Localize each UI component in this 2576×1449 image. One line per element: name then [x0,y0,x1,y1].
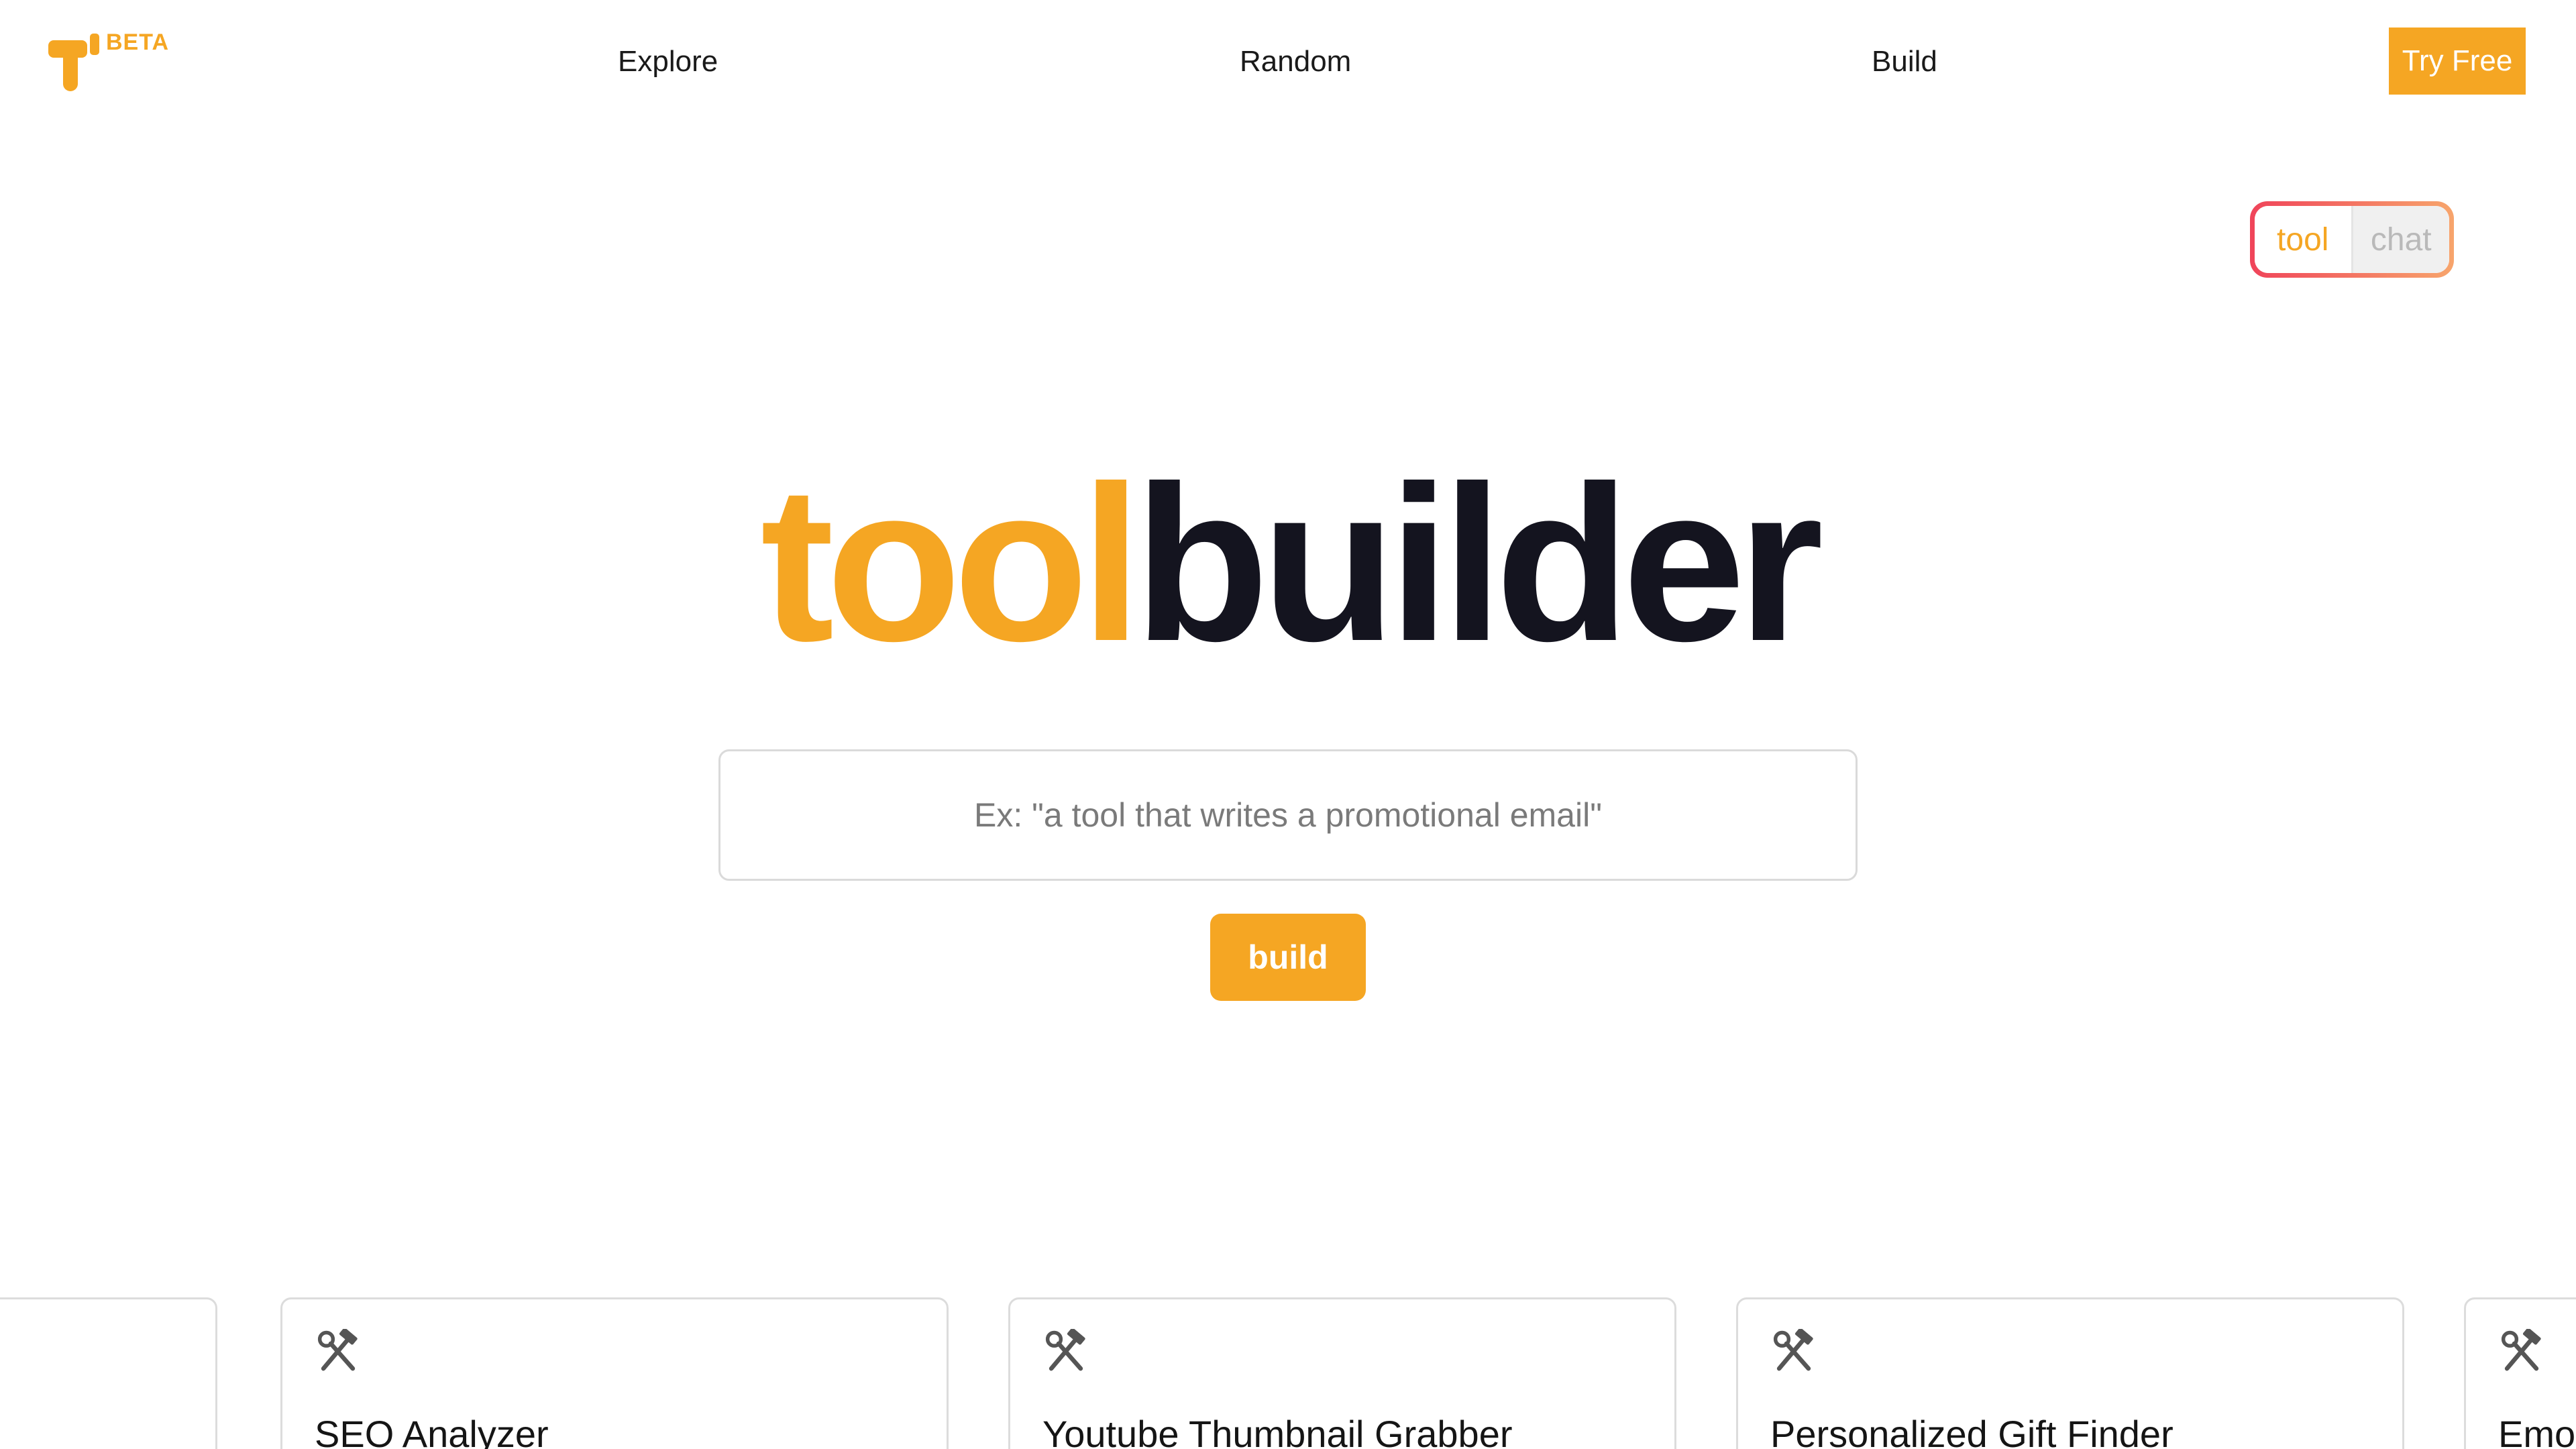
hammer-wrench-icon [1045,1329,1085,1371]
tool-card[interactable]: SEO Analyzer [280,1297,949,1449]
nav-build-link[interactable]: Build [1872,44,1937,79]
site-header: BETA Explore Random Build Try Free [0,0,2576,127]
tool-card-title: Personalized Gift Finder [1770,1413,2174,1449]
build-button[interactable]: build [1210,914,1366,1001]
brand-word-tool: tool [760,439,1142,687]
brand-wordmark: toolbuilder [0,443,2576,684]
tool-card-title: SEO Analyzer [315,1413,549,1449]
hammer-wrench-icon [317,1329,358,1371]
toggle-chat-option[interactable]: chat [2351,206,2449,273]
toolbuilder-logo[interactable]: BETA [48,30,182,97]
nav-random-link[interactable]: Random [1240,44,1351,79]
beta-badge: BETA [106,30,170,55]
hammer-wrench-icon [1773,1329,1813,1371]
mode-toggle: tool chat [2250,201,2454,278]
hammer-wrench-icon [2501,1329,2541,1371]
hammer-logo-icon [48,34,99,91]
toggle-tool-option[interactable]: tool [2255,206,2351,273]
tool-card[interactable] [0,1297,217,1449]
nav-explore-link[interactable]: Explore [618,44,718,79]
tool-card[interactable]: Emo [2464,1297,2576,1449]
tool-cards-carousel: SEO Analyzer Youtube Thumbnail Grabber P… [0,1297,2576,1449]
tool-card[interactable]: Youtube Thumbnail Grabber [1008,1297,1676,1449]
try-free-button[interactable]: Try Free [2389,28,2526,95]
brand-word-builder: builder [1134,439,1823,687]
mode-toggle-track: tool chat [2255,206,2449,273]
tool-card[interactable]: Personalized Gift Finder [1736,1297,2404,1449]
tool-card-title: Youtube Thumbnail Grabber [1042,1413,1513,1449]
tool-prompt-input[interactable] [718,749,1858,881]
tool-card-title: Emo [2498,1413,2576,1449]
